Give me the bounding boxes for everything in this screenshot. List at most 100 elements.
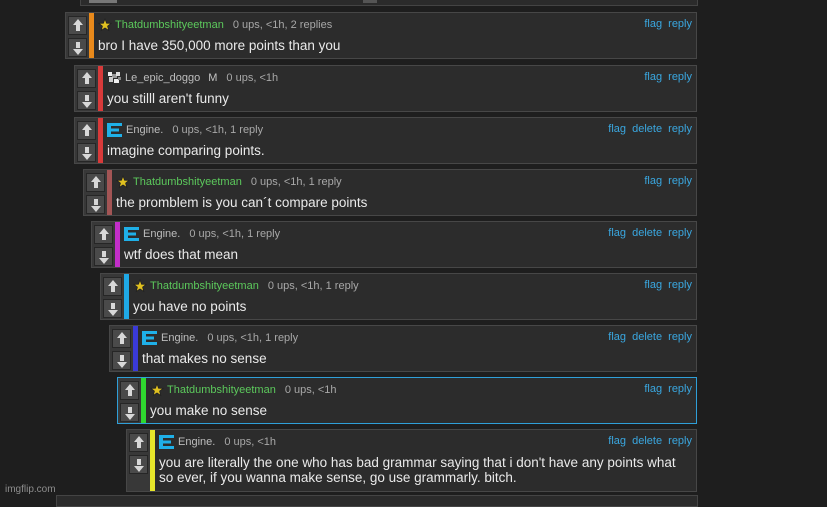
comment: Engine. 0 ups, <1h flag delete reply you… [126, 429, 697, 492]
comment-info: 0 ups, <1h, 1 reply [189, 228, 281, 240]
comment: Thatdumbshityeetman 0 ups, <1h, 1 reply … [100, 273, 697, 320]
reply-link[interactable]: reply [668, 227, 692, 239]
comment-actions: flag reply [641, 279, 692, 291]
thread-depth-bar [133, 326, 138, 371]
comment-meta: Le_epic_doggo M 0 ups, <1h [107, 71, 278, 85]
flag-link[interactable]: flag [608, 331, 626, 343]
comment-text: wtf does that mean [124, 247, 239, 262]
downvote-arrow-icon[interactable] [129, 455, 148, 474]
delete-link[interactable]: delete [632, 435, 662, 447]
downvote-arrow-icon[interactable] [86, 195, 105, 214]
vote-column [127, 430, 151, 491]
username-link[interactable]: Engine. [161, 332, 198, 344]
reply-link[interactable]: reply [668, 279, 692, 291]
downvote-arrow-icon[interactable] [68, 38, 87, 57]
username-link[interactable]: Thatdumbshityeetman [133, 176, 242, 188]
comment-actions: flag delete reply [605, 331, 692, 343]
comment-actions: flag reply [641, 175, 692, 187]
comment-info: 0 ups, <1h, 1 reply [172, 124, 264, 136]
comment-info: 0 ups, <1h [226, 72, 279, 84]
comment-actions: flag reply [641, 18, 692, 30]
username-link[interactable]: Engine. [126, 124, 163, 136]
thread-depth-bar [150, 430, 155, 491]
comment-text: you stilll aren't funny [107, 91, 229, 106]
mod-badge: M [208, 72, 218, 84]
downvote-arrow-icon[interactable] [77, 143, 96, 162]
username-link[interactable]: Thatdumbshityeetman [115, 19, 224, 31]
upvote-arrow-icon[interactable] [129, 433, 148, 452]
flag-link[interactable]: flag [608, 227, 626, 239]
upvote-arrow-icon[interactable] [77, 121, 96, 140]
thread-depth-bar [98, 66, 103, 111]
downvote-arrow-icon[interactable] [94, 247, 113, 266]
comment-meta: Engine. 0 ups, <1h [159, 435, 276, 449]
engine-icon [142, 331, 158, 345]
doggo-avatar-icon [107, 71, 122, 85]
flag-link[interactable]: flag [608, 435, 626, 447]
upvote-arrow-icon[interactable] [103, 277, 122, 296]
reply-link[interactable]: reply [668, 18, 692, 30]
delete-link[interactable]: delete [632, 227, 662, 239]
previous-comment-stub [80, 0, 698, 6]
username-link[interactable]: Le_epic_doggo [125, 72, 200, 84]
comment: Thatdumbshityeetman 0 ups, <1h, 2 replie… [65, 12, 697, 59]
comment-info: 0 ups, <1h, 2 replies [232, 19, 333, 31]
upvote-arrow-icon[interactable] [68, 16, 87, 35]
comment: Le_epic_doggo M 0 ups, <1h flag reply yo… [74, 65, 697, 112]
comment-info: 0 ups, <1h, 1 reply [250, 176, 342, 188]
star-icon [116, 175, 130, 189]
flag-link[interactable]: flag [644, 175, 662, 187]
reply-link[interactable]: reply [668, 175, 692, 187]
reply-link[interactable]: reply [668, 123, 692, 135]
comment-meta: Engine. 0 ups, <1h, 1 reply [107, 123, 263, 137]
comment-actions: flag delete reply [605, 227, 692, 239]
thread-depth-bar [107, 170, 112, 215]
thread-depth-bar [141, 378, 146, 423]
delete-link[interactable]: delete [632, 123, 662, 135]
vote-column [84, 170, 108, 215]
comment-info: 0 ups, <1h, 1 reply [267, 280, 359, 292]
engine-icon [107, 123, 123, 137]
star-icon [98, 18, 112, 32]
downvote-arrow-icon[interactable] [112, 351, 131, 370]
vote-column [92, 222, 116, 267]
downvote-arrow-icon[interactable] [103, 299, 122, 318]
downvote-arrow-icon[interactable] [77, 91, 96, 110]
vote-column [110, 326, 134, 371]
upvote-arrow-icon[interactable] [77, 69, 96, 88]
upvote-arrow-icon[interactable] [86, 173, 105, 192]
next-comment-stub [56, 495, 698, 507]
comment-text: that makes no sense [142, 351, 267, 366]
reply-link[interactable]: reply [668, 383, 692, 395]
flag-link[interactable]: flag [644, 383, 662, 395]
flag-link[interactable]: flag [644, 18, 662, 30]
comment: Engine. 0 ups, <1h, 1 reply flag delete … [109, 325, 697, 372]
username-link[interactable]: Thatdumbshityeetman [167, 384, 276, 396]
star-icon [150, 383, 164, 397]
comment-text: you have no points [133, 299, 247, 314]
vote-column [101, 274, 125, 319]
comment-text: you are literally the one who has bad gr… [159, 455, 676, 485]
engine-icon [124, 227, 140, 241]
downvote-arrow-icon[interactable] [120, 403, 139, 422]
reply-link[interactable]: reply [668, 435, 692, 447]
username-link[interactable]: Thatdumbshityeetman [150, 280, 259, 292]
comment: Thatdumbshityeetman 0 ups, <1h flag repl… [117, 377, 697, 424]
comment-text: bro I have 350,000 more points than you [98, 38, 341, 53]
comment-meta: Engine. 0 ups, <1h, 1 reply [124, 227, 280, 241]
thread-depth-bar [89, 13, 94, 58]
upvote-arrow-icon[interactable] [94, 225, 113, 244]
comment-meta: Thatdumbshityeetman 0 ups, <1h, 1 reply [133, 279, 359, 293]
reply-link[interactable]: reply [668, 71, 692, 83]
comment-text: imagine comparing points. [107, 143, 265, 158]
flag-link[interactable]: flag [608, 123, 626, 135]
delete-link[interactable]: delete [632, 331, 662, 343]
star-icon [133, 279, 147, 293]
upvote-arrow-icon[interactable] [120, 381, 139, 400]
username-link[interactable]: Engine. [143, 228, 180, 240]
reply-link[interactable]: reply [668, 331, 692, 343]
username-link[interactable]: Engine. [178, 436, 215, 448]
flag-link[interactable]: flag [644, 71, 662, 83]
flag-link[interactable]: flag [644, 279, 662, 291]
upvote-arrow-icon[interactable] [112, 329, 131, 348]
